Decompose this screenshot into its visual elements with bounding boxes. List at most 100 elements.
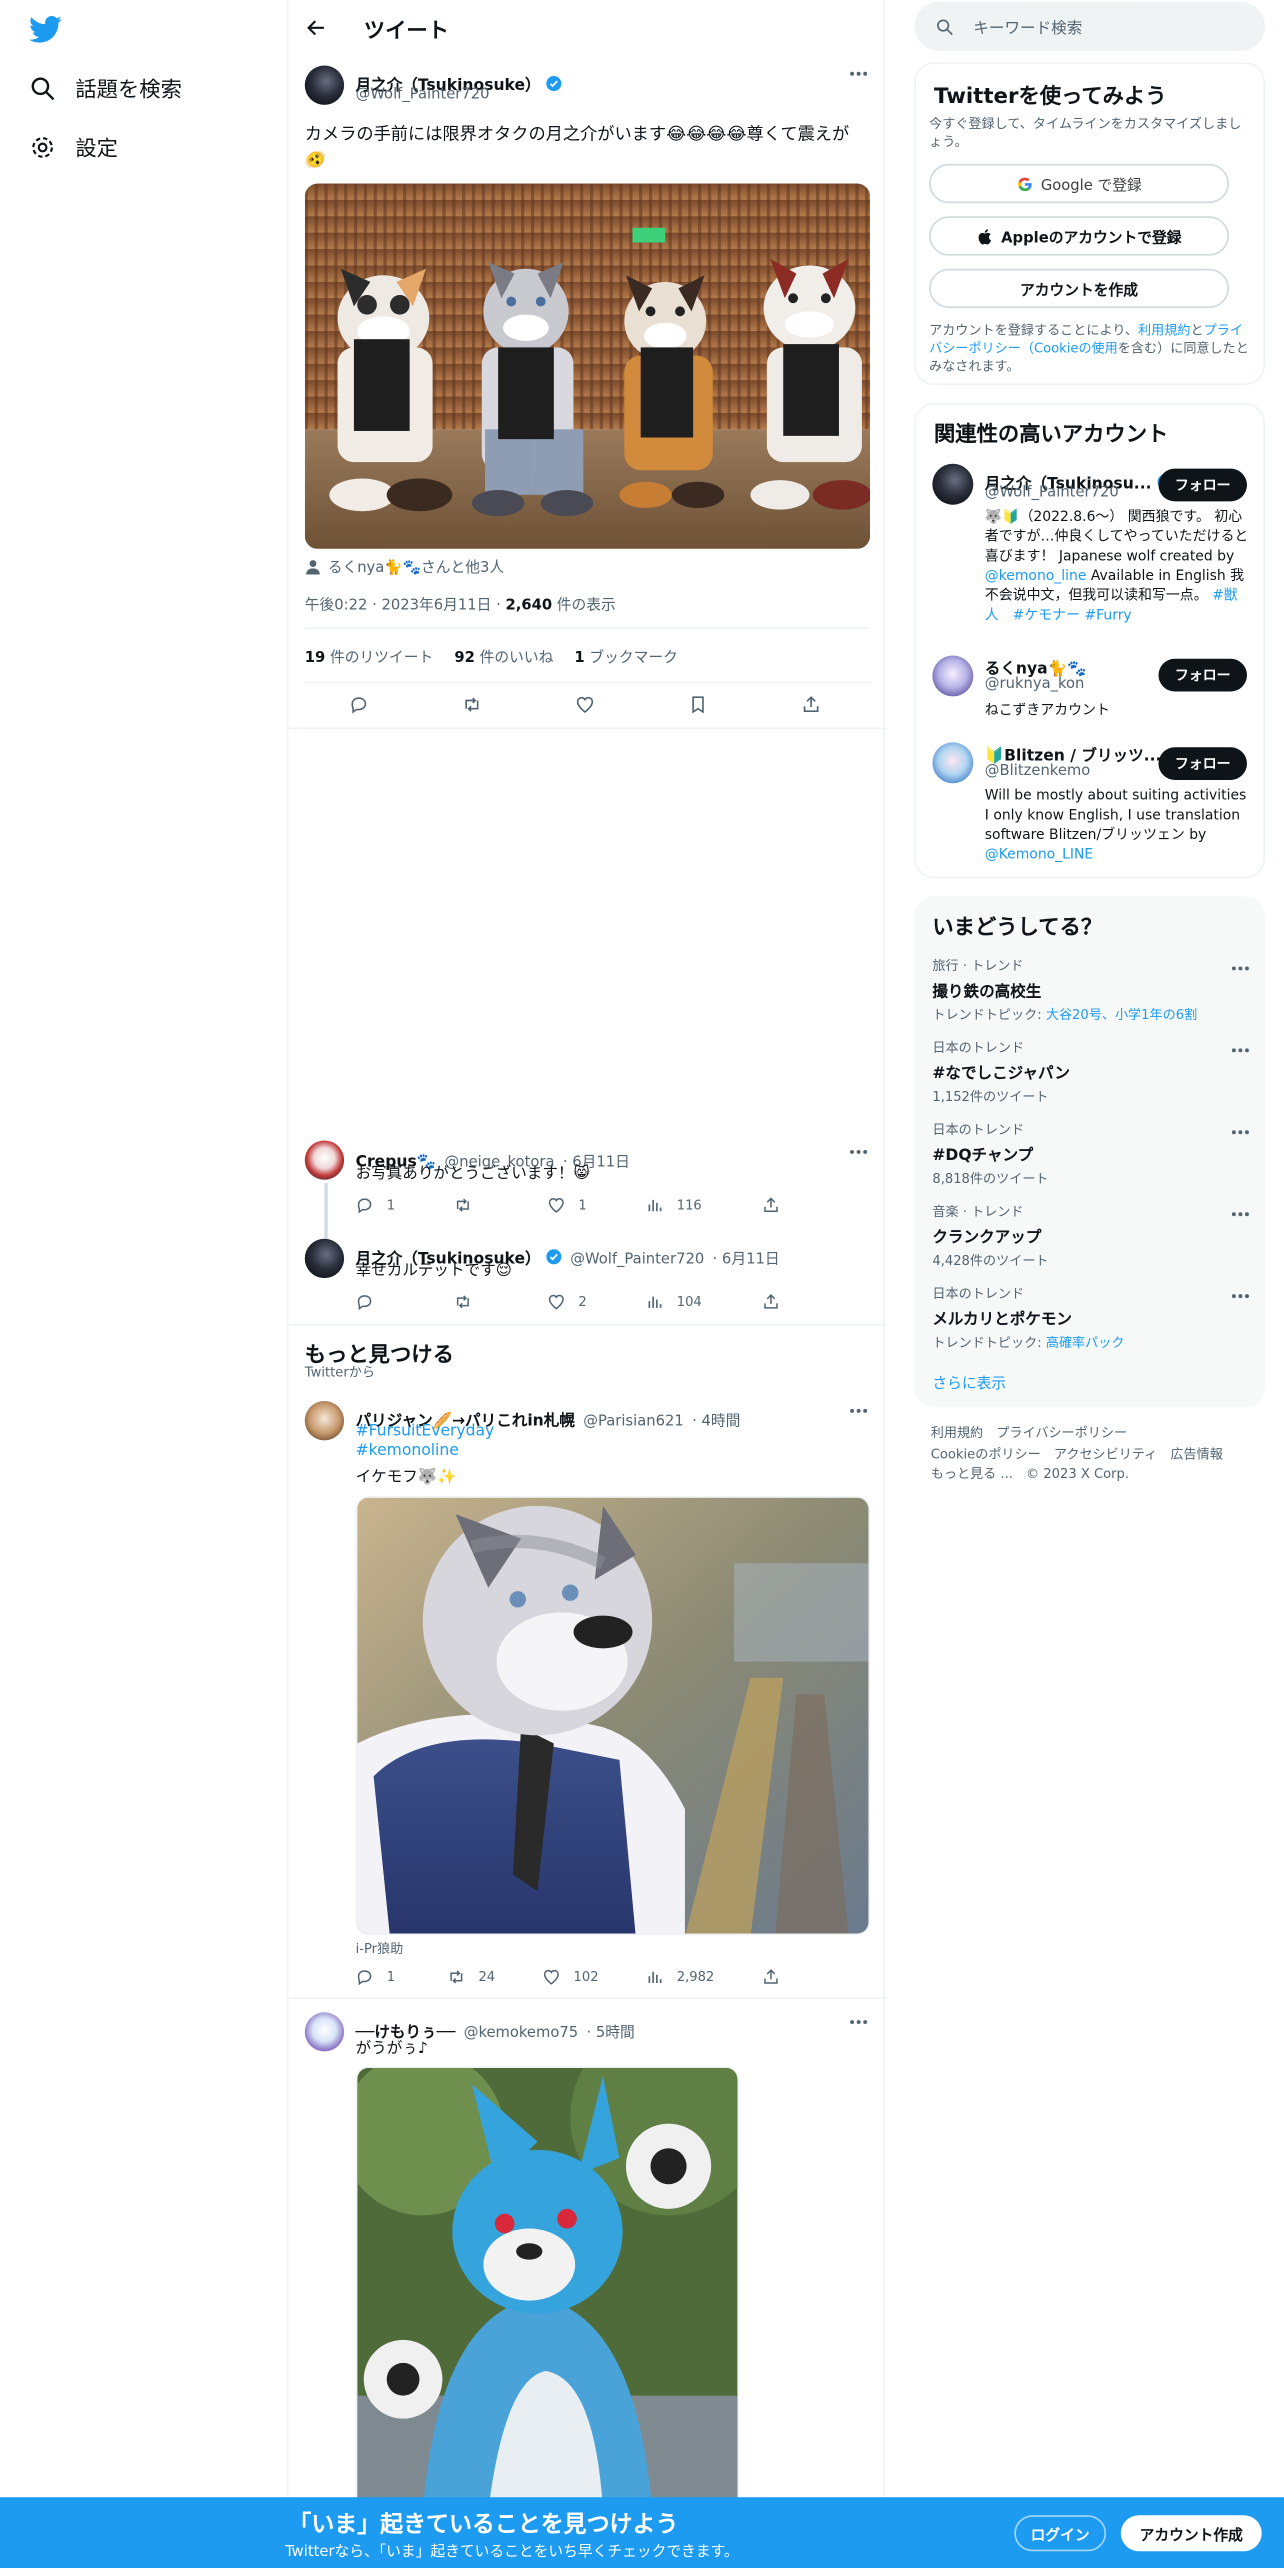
trend-item[interactable]: 日本のトレンド #DQチャンプ 8,818件のツイート — [932, 1121, 1243, 1188]
create-account-button[interactable]: アカウントを作成 — [929, 268, 1229, 309]
avatar[interactable] — [304, 2012, 345, 2052]
trend-topic-link[interactable]: 高確率パック — [1046, 1335, 1125, 1350]
reply-action-like[interactable]: 2 — [547, 1293, 587, 1311]
account-handle[interactable]: @Wolf_Painter720 — [985, 485, 1119, 501]
account-bio: Will be mostly about suiting activities … — [985, 787, 1250, 866]
reply-action-reply[interactable]: 1 — [356, 1196, 395, 1214]
show-more-link[interactable]: さらに表示 — [932, 1372, 1006, 1392]
follow-button[interactable]: フォロー — [1158, 468, 1247, 502]
footer-accessibility-link[interactable]: アクセシビリティ — [1054, 1446, 1157, 1461]
avatar[interactable] — [304, 1238, 345, 1279]
avatar[interactable] — [932, 655, 974, 697]
avatar[interactable] — [304, 65, 345, 105]
trend-item[interactable]: 旅行 · トレンド 撮り鉄の高校生 トレンドトピック: 大谷20号、小学1年の6割 — [932, 957, 1243, 1024]
more-icon[interactable] — [849, 1149, 869, 1156]
nav-settings[interactable]: 設定 — [29, 131, 118, 162]
more-icon[interactable] — [849, 70, 869, 77]
avatar[interactable] — [932, 742, 974, 784]
share-icon[interactable] — [762, 1196, 780, 1214]
reply-action-reply[interactable] — [356, 1293, 387, 1311]
footer-privacy-link[interactable]: プライバシーポリシー — [996, 1426, 1127, 1441]
cookie-link[interactable]: Cookieの使用 — [1034, 341, 1118, 356]
more-icon[interactable] — [1231, 1047, 1251, 1054]
retweet-count: 19 — [304, 650, 326, 667]
share-icon[interactable] — [762, 1968, 780, 1986]
account-handle[interactable]: @ruknya_kon — [985, 677, 1085, 693]
more-icon[interactable] — [1231, 1293, 1251, 1300]
trend-item[interactable]: 日本のトレンド #なでしこジャパン 1,152件のツイート — [932, 1039, 1243, 1106]
avatar[interactable] — [932, 463, 974, 505]
retweet-stat[interactable]: 19 件のリツイート — [305, 651, 433, 667]
feed-action-views[interactable]: 2,982 — [646, 1968, 714, 1986]
reply-date[interactable]: · 6月11日 — [713, 1252, 780, 1268]
footer-cookie-link[interactable]: Cookieのポリシー — [931, 1446, 1041, 1461]
tweet-timestamp[interactable]: 午後0:22 · 2023年6月11日 · — [305, 598, 506, 614]
account-name[interactable]: るくnya🐈🐾 — [985, 655, 1087, 678]
follow-button[interactable]: フォロー — [1158, 658, 1247, 692]
apple-signup-button[interactable]: Appleのアカウントで登録 — [929, 216, 1229, 256]
more-icon[interactable] — [1231, 1211, 1251, 1218]
tweet-photo[interactable] — [355, 1496, 871, 1936]
reply-action-retweet[interactable] — [454, 1293, 485, 1311]
bookmark-stat[interactable]: 1 ブックマーク — [574, 651, 677, 667]
tweet-time[interactable]: · 5時間 — [587, 2025, 635, 2041]
footer-more-link[interactable]: もっと見る ... — [931, 1467, 1013, 1482]
avatar[interactable] — [304, 1401, 345, 1441]
footer-ads-link[interactable]: 広告情報 — [1170, 1446, 1222, 1461]
reply-icon — [357, 1198, 372, 1214]
account-name[interactable]: 🔰Blitzen / ブリッツ... — [985, 742, 1162, 765]
photo-caption[interactable]: i-Pr狼助 — [356, 1940, 404, 1958]
tagged-text: るくnya🐈🐾さんと他3人 — [327, 560, 505, 577]
more-icon[interactable] — [849, 1408, 869, 1415]
reply-icon[interactable] — [349, 695, 369, 715]
retweet-icon[interactable] — [462, 695, 482, 715]
like-icon[interactable] — [575, 695, 595, 715]
tagged-users[interactable]: るくnya🐈🐾さんと他3人 — [305, 555, 505, 577]
avatar[interactable] — [304, 1140, 345, 1180]
bio-mention-link[interactable]: @kemono_line — [985, 569, 1087, 585]
footer-terms-link[interactable]: 利用規約 — [931, 1426, 983, 1441]
nav-explore[interactable]: 話題を検索 — [29, 72, 182, 103]
search-input[interactable]: キーワード検索 — [914, 1, 1265, 51]
hashtag-link[interactable]: #kemonoline — [356, 1442, 459, 1460]
trend-meta: 日本のトレンド — [932, 1040, 1025, 1056]
discover-subtitle: Twitterから — [304, 1364, 375, 1380]
author-handle[interactable]: @kemokemo75 — [464, 2025, 578, 2041]
reply-author-handle[interactable]: @Wolf_Painter720 — [570, 1252, 704, 1268]
account-bio: ねこずきアカウント — [984, 702, 1110, 720]
hashtag-link[interactable]: #FursuitEveryday — [356, 1422, 495, 1440]
bio-mention-link[interactable]: @Kemono_LINE — [985, 847, 1093, 863]
legal-part: と — [1190, 322, 1204, 338]
share-icon[interactable] — [801, 695, 821, 715]
share-icon[interactable] — [762, 1293, 780, 1311]
reply-action-views[interactable]: 104 — [646, 1293, 702, 1311]
twitter-logo-icon[interactable] — [29, 15, 62, 44]
trend-topic-link[interactable]: 大谷20号、小学1年の6割 — [1046, 1008, 1197, 1023]
login-button[interactable]: ログイン — [1014, 2515, 1107, 2552]
like-stat[interactable]: 92 件のいいね — [454, 651, 553, 667]
feed-action-like[interactable]: 102 — [542, 1968, 599, 1986]
trend-item[interactable]: 日本のトレンド メルカリとポケモン トレンドトピック: 高確率パック — [932, 1285, 1243, 1352]
back-arrow-icon[interactable] — [305, 16, 328, 39]
google-signup-button[interactable]: Google で登録 — [929, 163, 1229, 204]
author-handle[interactable]: @Parisian621 — [583, 1414, 683, 1430]
like-count: 2 — [578, 1294, 587, 1310]
tweet-photo[interactable] — [304, 183, 871, 549]
reply-action-retweet[interactable] — [454, 1196, 485, 1214]
bookmark-icon[interactable] — [688, 695, 708, 715]
more-icon[interactable] — [1231, 1129, 1251, 1136]
trend-item[interactable]: 音楽 · トレンド クランクアップ 4,428件のツイート — [932, 1203, 1243, 1270]
tweet-photo[interactable] — [355, 2066, 740, 2509]
author-handle[interactable]: @Wolf_Painter720 — [356, 87, 490, 103]
more-icon[interactable] — [1231, 965, 1251, 972]
follow-button[interactable]: フォロー — [1158, 747, 1247, 780]
more-icon[interactable] — [849, 2019, 869, 2026]
banner-signup-button[interactable]: アカウント作成 — [1120, 2515, 1262, 2552]
feed-action-retweet[interactable]: 24 — [447, 1968, 495, 1986]
terms-link[interactable]: 利用規約 — [1138, 323, 1190, 338]
account-handle[interactable]: @Blitzenkemo — [985, 764, 1090, 780]
reply-action-like[interactable]: 1 — [547, 1196, 587, 1214]
feed-action-reply[interactable]: 1 — [356, 1968, 395, 1986]
reply-action-views[interactable]: 116 — [646, 1196, 702, 1214]
tweet-time[interactable]: · 4時間 — [692, 1414, 740, 1430]
